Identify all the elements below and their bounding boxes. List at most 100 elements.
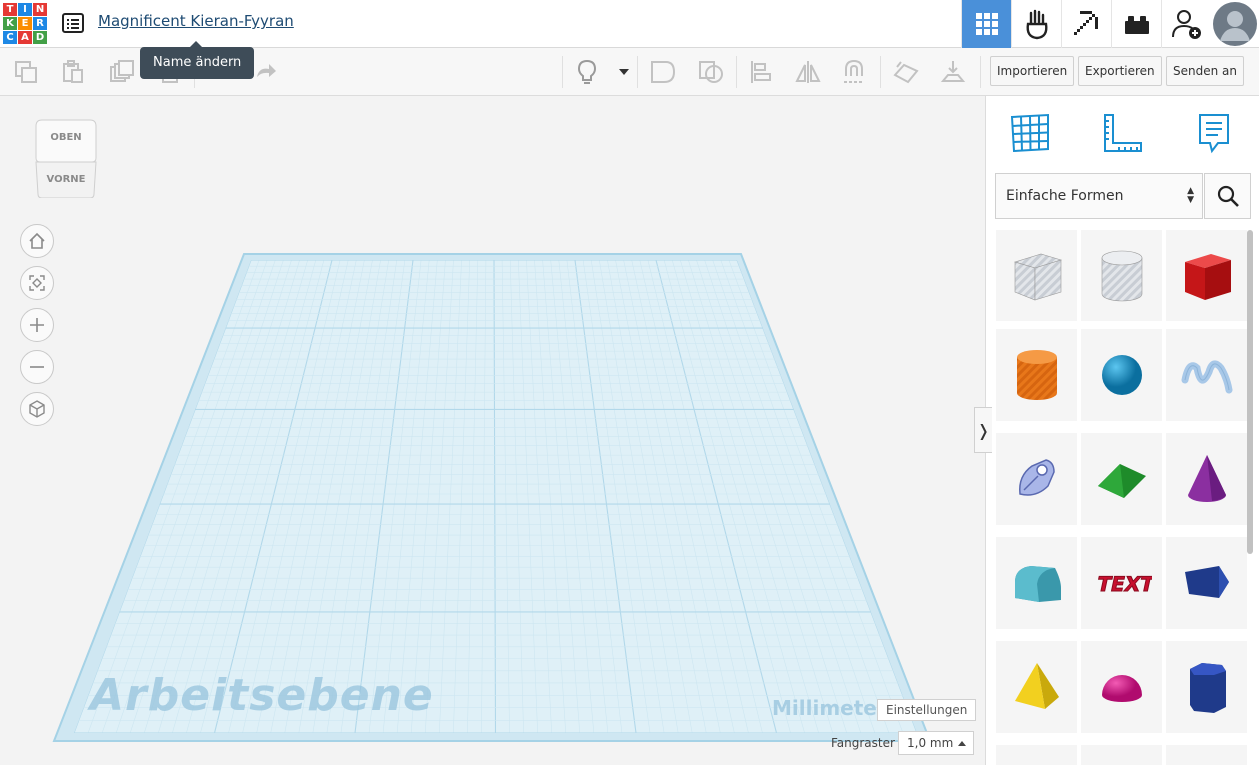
drop-icon [940, 61, 966, 82]
snap-grid-value: 1,0 mm [907, 736, 954, 750]
add-user-icon [1171, 10, 1201, 39]
rename-tooltip: Name ändern [140, 41, 255, 79]
duplicate-button[interactable] [108, 58, 136, 86]
search-icon [1217, 185, 1239, 207]
caret-up-icon [958, 741, 966, 746]
sphere-icon [1101, 355, 1142, 395]
cube-icon [29, 400, 45, 418]
logo-letter: T [3, 3, 17, 16]
shape-tile-scribble[interactable] [1166, 329, 1247, 421]
ruler-tool-button[interactable] [1099, 110, 1147, 156]
select-arrows-icon: ▲ ▼ [1187, 186, 1194, 205]
view-cube[interactable]: OBEN VORNE [32, 118, 100, 199]
viewcube-front-label[interactable]: VORNE [32, 174, 100, 185]
top-bar: TIN KER CAD Magnificent Kieran-Fyyran [0, 0, 1259, 48]
shape-tile-cone[interactable] [1166, 433, 1247, 525]
logo-letter: I [18, 3, 32, 16]
shape-tile-half-sphere[interactable] [1081, 641, 1162, 733]
hide-options-dropdown[interactable] [610, 58, 638, 86]
ungroup-icon [699, 61, 723, 83]
shape-tile-shape-generator[interactable] [996, 433, 1077, 525]
logo-letter: C [3, 31, 17, 44]
shape-search-button[interactable] [1204, 173, 1251, 219]
show-all-button[interactable] [573, 58, 601, 86]
grid-view-button[interactable] [961, 0, 1011, 48]
shape-tile-wedge[interactable] [1166, 537, 1247, 629]
shape-tile-round-roof[interactable] [996, 537, 1077, 629]
shape-generator-icon [1018, 459, 1055, 496]
wedge-icon [1184, 566, 1229, 598]
shape-tile-polygon[interactable] [1166, 641, 1247, 733]
design-list-button[interactable] [60, 10, 86, 36]
note-icon [1199, 114, 1229, 154]
mirror-icon [795, 61, 821, 83]
shape-tile-cylinder[interactable] [996, 329, 1077, 421]
workplane-grid[interactable] [0, 96, 985, 765]
shape-tile-box[interactable] [1166, 230, 1247, 321]
group-button[interactable] [649, 58, 677, 86]
invite-user-button[interactable] [1161, 0, 1211, 48]
group-icon [651, 61, 676, 83]
minecraft-button[interactable] [1061, 0, 1111, 48]
copy-button[interactable] [12, 58, 40, 86]
shape-tile-box-hole[interactable] [996, 230, 1077, 321]
project-title[interactable]: Magnificent Kieran-Fyyran [98, 12, 294, 30]
tinkercad-logo[interactable]: TIN KER CAD [3, 3, 47, 45]
workplane-label: Arbeitsebene [90, 670, 434, 721]
3d-viewport[interactable]: OBEN VORNE Arbeitsebene Millimeter Einst… [0, 96, 985, 765]
shape-tile[interactable] [1081, 745, 1162, 765]
duplicate-icon [110, 60, 134, 82]
paste-icon [63, 60, 83, 83]
perspective-toggle-button[interactable] [20, 392, 54, 426]
shapes-panel: Einfache Formen ▲ ▼ TEXT [985, 96, 1259, 765]
collapse-panel-button[interactable]: ❭ [974, 407, 992, 453]
zoom-in-button[interactable] [20, 308, 54, 342]
snap-grid-select[interactable]: 1,0 mm [898, 731, 974, 755]
settings-button[interactable]: Einstellungen [877, 699, 977, 721]
shape-category-select[interactable]: Einfache Formen ▲ ▼ [995, 173, 1203, 219]
fit-view-button[interactable] [20, 266, 54, 300]
import-button[interactable]: Importieren [990, 56, 1075, 86]
fit-view-icon [29, 275, 45, 291]
bricks-button[interactable] [1111, 0, 1161, 48]
send-to-button[interactable]: Senden an [1166, 56, 1244, 86]
drop-button[interactable] [939, 58, 967, 86]
shape-tile[interactable] [1166, 745, 1247, 765]
shape-tile-pyramid[interactable] [996, 641, 1077, 733]
notes-tool-button[interactable] [1190, 110, 1238, 156]
panel-scrollbar[interactable] [1247, 230, 1253, 554]
logo-letter: E [18, 17, 32, 30]
ruler-icon [1104, 114, 1142, 152]
shape-tile-roof[interactable] [1081, 433, 1162, 525]
workplane-tool-button[interactable] [1006, 110, 1054, 156]
viewcube-top-label[interactable]: OBEN [32, 132, 100, 143]
logo-letter: N [33, 3, 47, 16]
shape-tile-cylinder-hole[interactable] [1081, 230, 1162, 321]
app-switcher [961, 0, 1259, 48]
text-icon: TEXT [1094, 572, 1152, 597]
minus-icon [30, 366, 44, 368]
minecraft-pickaxe-icon [1073, 11, 1098, 35]
workplane-button[interactable] [892, 58, 920, 86]
paste-button[interactable] [59, 58, 87, 86]
home-icon [29, 232, 45, 249]
cruise-button[interactable] [840, 58, 868, 86]
align-button[interactable] [747, 58, 775, 86]
shape-tile-text[interactable]: TEXT [1081, 537, 1162, 629]
list-icon [62, 13, 84, 33]
user-avatar[interactable] [1211, 0, 1259, 48]
half-sphere-icon [1101, 675, 1142, 702]
redo-button[interactable] [252, 58, 280, 86]
svg-text:TEXT: TEXT [1094, 572, 1151, 596]
polygon-icon [1189, 663, 1226, 713]
ungroup-button[interactable] [697, 58, 725, 86]
shape-tile-sphere[interactable] [1081, 329, 1162, 421]
circuits-button[interactable] [1011, 0, 1061, 48]
home-view-button[interactable] [20, 224, 54, 258]
export-button[interactable]: Exportieren [1078, 56, 1162, 86]
zoom-out-button[interactable] [20, 350, 54, 384]
scribble-icon [1181, 360, 1232, 394]
lego-brick-icon [1124, 16, 1149, 34]
shape-tile[interactable] [996, 745, 1077, 765]
mirror-button[interactable] [794, 58, 822, 86]
